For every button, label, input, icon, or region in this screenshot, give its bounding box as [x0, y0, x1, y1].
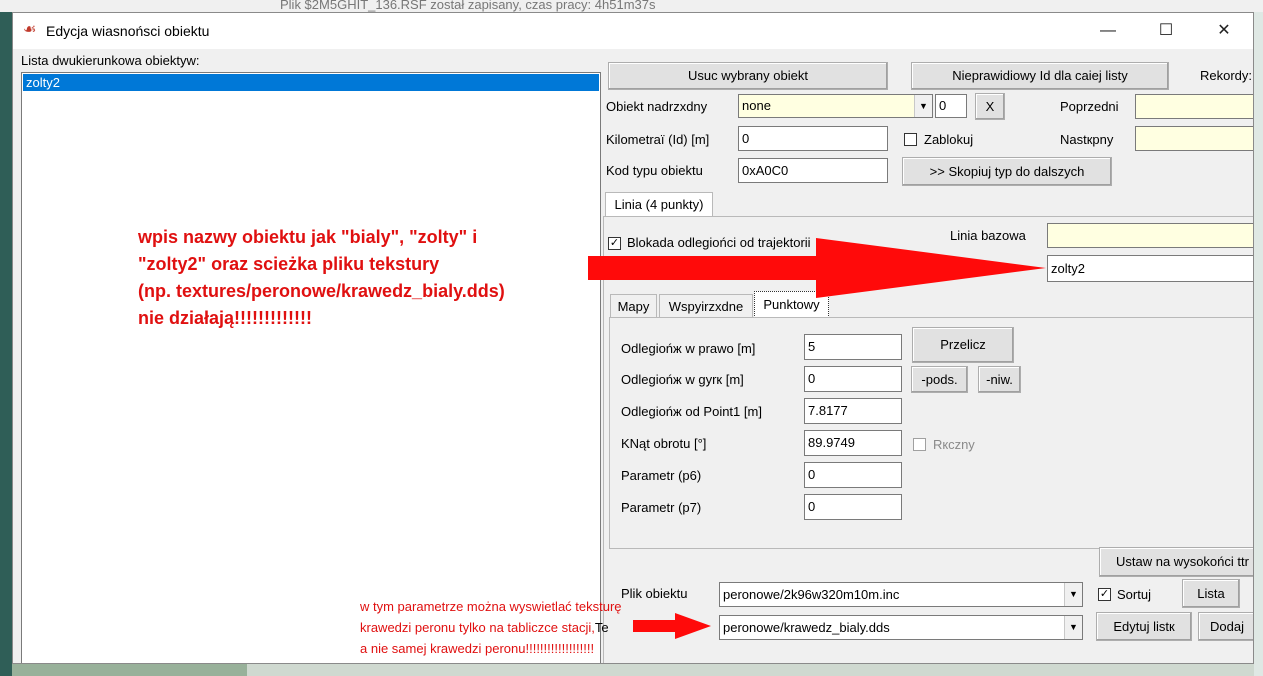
right-distance-input[interactable]: 5 — [804, 334, 902, 360]
param-p6-label: Parametr (p6) — [621, 468, 702, 483]
rotation-angle-label: KNąt obrotu [°] — [621, 436, 707, 451]
point1-distance-input[interactable]: 7.8177 — [804, 398, 902, 424]
kilometer-input[interactable]: 0 — [738, 126, 888, 151]
pods-button[interactable]: -pods. — [911, 366, 968, 393]
list-item[interactable]: zolty2 — [23, 74, 599, 91]
rotation-angle-input[interactable]: 89.9749 — [804, 430, 902, 456]
tab-line[interactable]: Linia (4 punkty) — [605, 192, 713, 217]
kilometer-label: Kilometraï (Id) [m] — [606, 132, 710, 147]
background-right-panel — [1254, 12, 1263, 676]
add-button[interactable]: Dodaj — [1198, 612, 1253, 641]
next-input[interactable] — [1135, 126, 1253, 151]
chevron-down-icon[interactable]: ▼ — [914, 95, 932, 117]
point1-distance-label: Odlegiońж od Point1 [m] — [621, 404, 762, 419]
manual-checkbox[interactable] — [913, 438, 926, 451]
parent-number-input[interactable]: 0 — [935, 94, 967, 118]
up-distance-label: Odlegiońж w gyrк [m] — [621, 372, 744, 387]
object-file-label: Plik obiektu — [621, 586, 688, 601]
object-file-select[interactable]: peronowe/2k96w320m10m.inc ▼ — [719, 582, 1083, 607]
background-left-panel — [0, 12, 12, 676]
texture-file-select[interactable]: peronowe/krawedz_bialy.dds ▼ — [719, 615, 1083, 640]
object-list-label: Lista dwukierunkowa obiektyw: — [21, 53, 200, 68]
background-window-title: Plik $2M5GHIT_136.RSF został zapisany, c… — [280, 0, 656, 12]
copy-type-button[interactable]: >> Skopiuj typ do dalszych — [902, 157, 1112, 186]
param-p7-input[interactable]: 0 — [804, 494, 902, 520]
close-button[interactable]: ✕ — [1195, 13, 1253, 49]
up-distance-input[interactable]: 0 — [804, 366, 902, 392]
records-label: Rekordy: — [1200, 68, 1253, 83]
sort-checkbox[interactable]: ✓ — [1098, 588, 1111, 601]
chevron-down-icon[interactable]: ▼ — [1064, 616, 1082, 639]
type-code-input[interactable]: 0xA0C0 — [738, 158, 888, 183]
set-height-button[interactable]: Ustaw na wysokońci ttr — [1099, 547, 1253, 577]
edit-list-button[interactable]: Edytuj listк — [1096, 612, 1192, 641]
parent-object-label: Obiekt nadrzxdny — [606, 99, 708, 114]
delete-object-button[interactable]: Usuc wybrany obiekt — [608, 62, 888, 90]
type-code-label: Kod typu obiektu — [606, 163, 703, 178]
parent-object-select[interactable]: none ▼ — [738, 94, 933, 118]
previous-label: Poprzedni — [1060, 99, 1119, 114]
arrow-big-icon — [588, 238, 1046, 298]
next-label: Nastкpny — [1060, 132, 1114, 147]
object-name-input[interactable]: zolty2 — [1047, 255, 1253, 282]
sort-label: Sortuj — [1117, 587, 1151, 602]
recalculate-button[interactable]: Przelicz — [912, 327, 1014, 363]
param-p6-input[interactable]: 0 — [804, 462, 902, 488]
right-distance-label: Odlegiońж w prawo [m] — [621, 341, 756, 356]
lock-checkbox[interactable] — [904, 133, 917, 146]
clear-parent-button[interactable]: X — [975, 93, 1005, 120]
arrow-small-icon — [633, 613, 711, 639]
maximize-button[interactable]: ☐ — [1137, 13, 1195, 49]
minimize-button[interactable]: — — [1079, 13, 1137, 49]
dialog-titlebar: ☙ Edycja wiasnońsci obiektu — ☐ ✕ — [13, 13, 1253, 49]
base-line-input[interactable] — [1047, 223, 1253, 248]
invalid-id-button[interactable]: Nieprawidiowy Id dla caiej listy — [911, 62, 1169, 90]
manual-label: Rкczny — [933, 437, 975, 452]
previous-input[interactable] — [1135, 94, 1253, 119]
app-icon: ☙ — [23, 21, 37, 38]
chevron-down-icon[interactable]: ▼ — [1064, 583, 1082, 606]
background-bottom-strip — [12, 664, 1254, 676]
object-properties-dialog: ☙ Edycja wiasnońsci obiektu — ☐ ✕ Lista … — [12, 12, 1254, 664]
lock-label: Zablokuj — [924, 132, 974, 147]
niw-button[interactable]: -niw. — [978, 366, 1021, 393]
list-button[interactable]: Lista — [1182, 579, 1240, 608]
object-list[interactable]: zolty2 — [21, 72, 601, 663]
annotation-texture-note: w tym parametrze można wyswietlać tekstu… — [360, 599, 622, 656]
annotation-main: wpis nazwy obiektu jak "bialy", "zolty" … — [138, 227, 505, 328]
dialog-title: Edycja wiasnońsci obiektu — [46, 23, 210, 39]
param-p7-label: Parametr (p7) — [621, 500, 702, 515]
background-titlebar: Plik $2M5GHIT_136.RSF został zapisany, c… — [0, 0, 1263, 12]
